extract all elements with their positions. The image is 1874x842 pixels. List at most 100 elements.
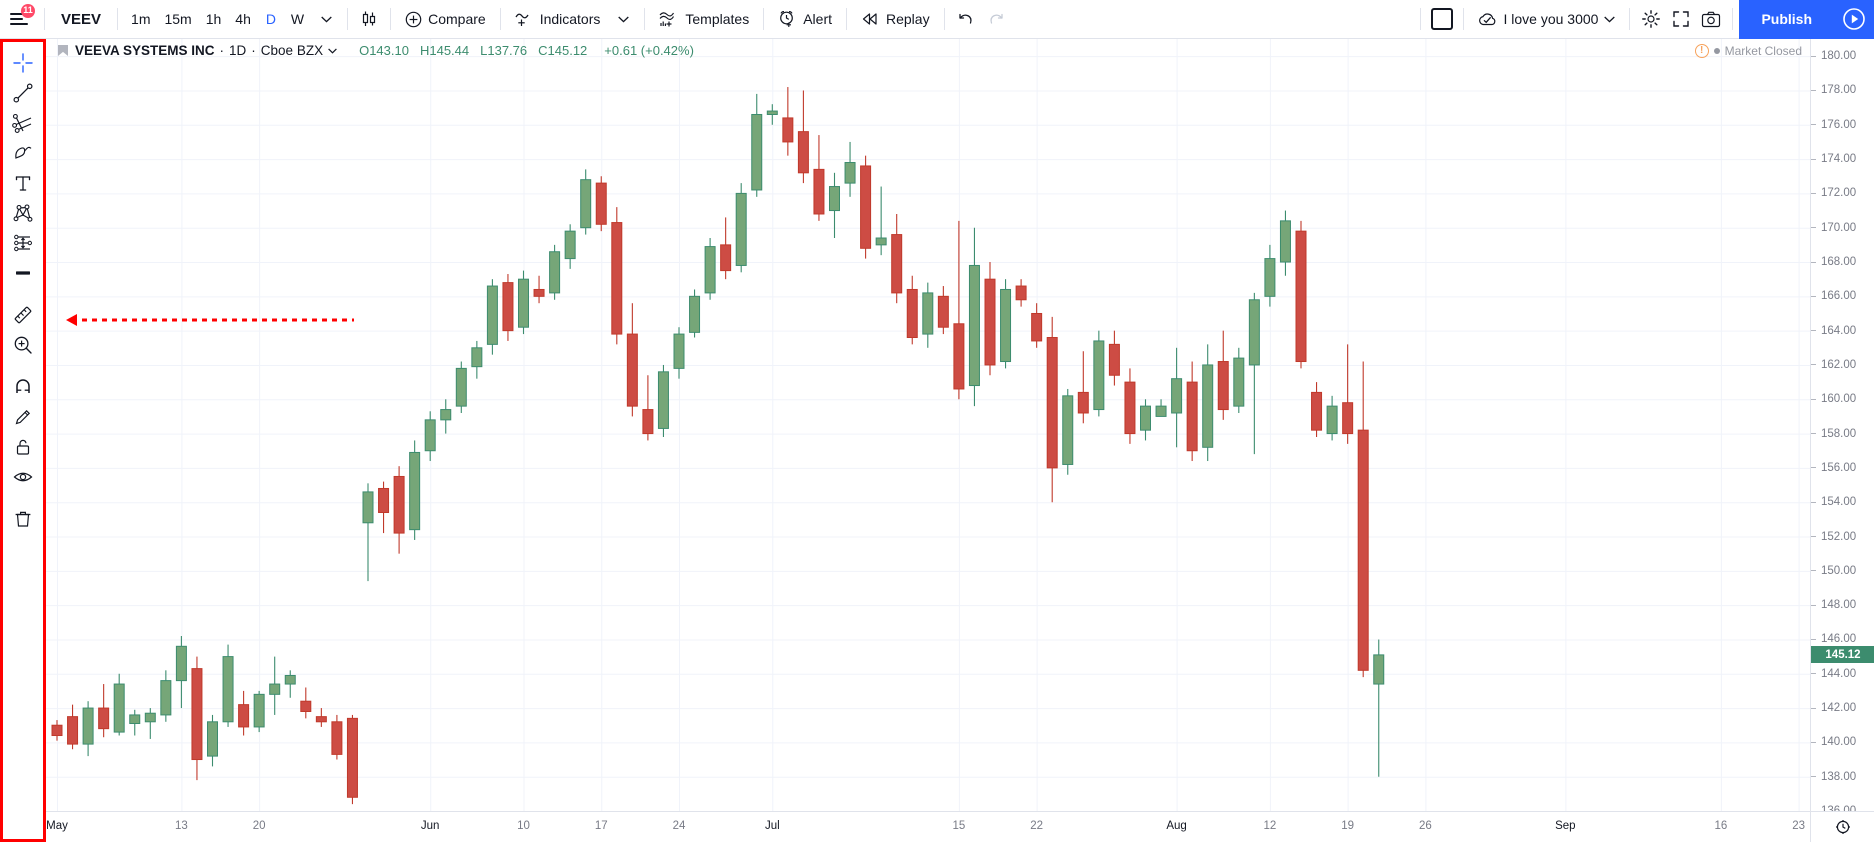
time-tick: Jun xyxy=(420,820,440,832)
legend-sep-1: · xyxy=(219,43,225,58)
pitchfork-tool[interactable] xyxy=(6,108,40,138)
divider xyxy=(943,8,945,30)
chart-legend: VEEVA SYSTEMS INC · 1D · Cboe BZX O143.1… xyxy=(58,43,694,58)
ohlc-close-label: C xyxy=(538,43,548,58)
indicators-icon xyxy=(515,13,529,26)
chevron-down-icon xyxy=(618,16,629,23)
chart-type-button[interactable] xyxy=(354,4,384,34)
fullscreen-button[interactable] xyxy=(1666,4,1696,34)
templates-label: Templates xyxy=(685,11,750,27)
redo-button[interactable] xyxy=(981,4,1011,34)
timeframe-4h[interactable]: 4h xyxy=(228,5,258,33)
text-tool[interactable] xyxy=(6,168,40,198)
timeframe-group: 1m 15m 1h 4h D W xyxy=(124,0,341,39)
price-tick: 158.00 xyxy=(1811,427,1874,441)
fullscreen-icon xyxy=(1673,11,1690,27)
ohlc-open-label: O xyxy=(359,43,370,58)
time-tick: 20 xyxy=(252,820,266,832)
legend-interval[interactable]: 1D xyxy=(229,43,246,58)
layout-select-button[interactable] xyxy=(1427,4,1457,34)
cross-cursor-tool[interactable] xyxy=(6,48,40,78)
market-status[interactable]: ! Market Closed xyxy=(1694,44,1802,58)
replay-label: Replay xyxy=(886,11,930,27)
pitchfork-icon xyxy=(12,113,32,133)
hide-drawings-tool[interactable] xyxy=(6,462,40,492)
shapes-tool[interactable] xyxy=(6,258,40,288)
symbol-search-button[interactable]: VEEV xyxy=(51,5,111,33)
price-tick: 168.00 xyxy=(1811,255,1874,269)
price-tick: 166.00 xyxy=(1811,289,1874,303)
redo-icon xyxy=(990,13,1003,24)
main-menu-button[interactable]: 11 xyxy=(0,0,38,39)
drawing-toolbar xyxy=(0,39,46,842)
divider xyxy=(1420,8,1422,30)
price-tick: 138.00 xyxy=(1811,770,1874,784)
price-scale[interactable]: 180.00 178.00 176.00 174.00 172.00 170.00 168.… xyxy=(1810,39,1874,817)
drawing-mode-tool[interactable] xyxy=(6,402,40,432)
price-tick: 164.00 xyxy=(1811,324,1874,338)
time-tick: 24 xyxy=(672,820,686,832)
compare-button[interactable]: Compare xyxy=(397,5,494,33)
undo-button[interactable] xyxy=(951,4,981,34)
measure-tool[interactable] xyxy=(6,300,40,330)
time-tick: Sep xyxy=(1555,820,1576,832)
price-tick: 174.00 xyxy=(1811,152,1874,166)
time-tick: 10 xyxy=(517,820,530,832)
eye-icon xyxy=(13,472,33,482)
snapshot-button[interactable] xyxy=(1696,4,1726,34)
compare-label: Compare xyxy=(428,11,486,27)
magnet-tool[interactable] xyxy=(6,372,40,402)
time-tick: 22 xyxy=(1030,820,1044,832)
timeframe-15m[interactable]: 15m xyxy=(157,5,198,33)
symbol-flag-icon xyxy=(58,45,68,56)
price-tick: 160.00 xyxy=(1811,392,1874,406)
divider xyxy=(763,8,765,30)
timeframe-1m[interactable]: 1m xyxy=(124,5,157,33)
streaming-play-button[interactable] xyxy=(1834,0,1874,39)
publish-button[interactable]: Publish xyxy=(1739,0,1834,39)
legend-exchange[interactable]: Cboe BZX xyxy=(261,43,323,58)
time-scale[interactable]: May 13 20 Jun 10 17 24 Jul 15 22 Aug 12 19 26 Sep 16 23 xyxy=(46,811,1874,842)
forecast-tool[interactable] xyxy=(6,228,40,258)
brush-tool[interactable] xyxy=(6,138,40,168)
legend-symbol[interactable]: VEEVA SYSTEMS INC xyxy=(75,43,215,58)
timeframe-D[interactable]: D xyxy=(258,5,284,33)
warning-icon: ! xyxy=(1694,44,1709,58)
remove-drawings-tool[interactable] xyxy=(6,504,40,534)
timeframe-dropdown-button[interactable] xyxy=(311,4,341,34)
time-tick: 19 xyxy=(1341,820,1355,832)
tradingview-app: 11 VEEV 1m 15m 1h 4h D W Compare Indicat… xyxy=(0,0,1874,842)
time-tick: 17 xyxy=(594,820,608,832)
saved-layout-button[interactable]: I love you 3000 xyxy=(1470,5,1623,33)
chart-plot[interactable] xyxy=(46,39,1810,811)
zoom-in-tool[interactable] xyxy=(6,330,40,360)
chevron-down-icon xyxy=(328,47,337,54)
chart-settings-button[interactable] xyxy=(1636,4,1666,34)
ohlc-open: O143.10 xyxy=(359,43,409,58)
arrow-annotation[interactable] xyxy=(46,39,1810,811)
ohlc-low-value: 137.76 xyxy=(487,43,528,58)
divider xyxy=(44,8,45,30)
chart-pane[interactable]: VEEVA SYSTEMS INC · 1D · Cboe BZX O143.1… xyxy=(46,39,1874,842)
legend-dropdown-button[interactable] xyxy=(328,47,337,54)
price-tick: 142.00 xyxy=(1811,701,1874,715)
divider xyxy=(1732,8,1734,30)
templates-button[interactable]: Templates xyxy=(651,5,757,33)
price-tick: 162.00 xyxy=(1811,358,1874,372)
indicators-button[interactable]: Indicators xyxy=(507,5,609,33)
zoom-in-icon xyxy=(14,336,32,354)
patterns-tool[interactable] xyxy=(6,198,40,228)
timezone-button[interactable] xyxy=(1810,812,1874,842)
replay-button[interactable]: Replay xyxy=(853,5,938,33)
trend-line-tool[interactable] xyxy=(6,78,40,108)
price-tick: 170.00 xyxy=(1811,221,1874,235)
timeframe-W[interactable]: W xyxy=(284,5,311,33)
divider xyxy=(347,8,349,30)
alert-button[interactable]: Alert xyxy=(770,5,840,33)
cloud-check-icon xyxy=(1479,12,1496,25)
lock-drawings-tool[interactable] xyxy=(6,432,40,462)
layout-name: I love you 3000 xyxy=(1503,11,1599,27)
indicators-dropdown-button[interactable] xyxy=(608,4,638,34)
timeframe-1h[interactable]: 1h xyxy=(199,5,229,33)
price-tick: 148.00 xyxy=(1811,598,1874,612)
